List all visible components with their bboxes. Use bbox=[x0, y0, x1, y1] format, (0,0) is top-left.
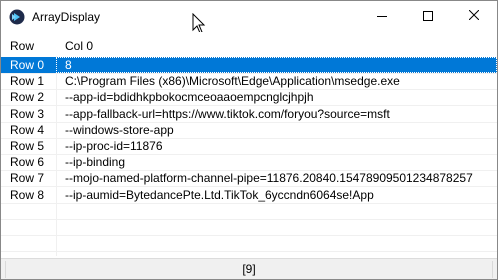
row-header-cell[interactable]: Row 1 bbox=[1, 73, 56, 89]
data-grid[interactable]: Row Col 0 Row 0 8 Row 1 C:\Program Files (x… bbox=[1, 32, 497, 256]
table-row[interactable]: Row 1 C:\Program Files (x86)\Microsoft\Ed… bbox=[1, 73, 497, 89]
row-header-cell[interactable]: Row 8 bbox=[1, 187, 56, 203]
value-cell[interactable]: --ip-binding bbox=[56, 154, 497, 170]
grid-header: Row Col 0 bbox=[1, 32, 497, 56]
value-cell[interactable]: --app-fallback-url=https://www.tiktok.co… bbox=[56, 106, 497, 122]
value-cell[interactable]: --mojo-named-platform-channel-pipe=11876… bbox=[56, 170, 497, 186]
row-divider bbox=[1, 219, 497, 220]
row-divider bbox=[1, 235, 497, 236]
table-row[interactable]: Row 8 --ip-aumid=BytedancePte.Ltd.TikTok_… bbox=[1, 187, 497, 203]
value-cell[interactable]: --windows-store-app bbox=[56, 122, 497, 138]
table-row[interactable]: Row 3 --app-fallback-url=https://www.tikt… bbox=[1, 106, 497, 122]
minimize-icon bbox=[377, 15, 387, 17]
row-header-cell[interactable]: Row 7 bbox=[1, 170, 56, 186]
minimize-button[interactable] bbox=[359, 1, 405, 31]
row-divider bbox=[1, 203, 497, 204]
value-cell[interactable]: --ip-aumid=BytedancePte.Ltd.TikTok_6yccn… bbox=[56, 187, 497, 203]
value-cell[interactable]: --app-id=bdidhkpbokocmceoaaoempcnglcjhpj… bbox=[56, 89, 497, 105]
row-header-cell[interactable]: Row 2 bbox=[1, 89, 56, 105]
row-header-cell[interactable]: Row 5 bbox=[1, 138, 56, 154]
maximize-icon bbox=[423, 11, 433, 21]
window-title: ArrayDisplay bbox=[32, 10, 101, 24]
row-header-cell[interactable]: Row 0 bbox=[1, 57, 56, 73]
row-header-cell[interactable]: Row 3 bbox=[1, 106, 56, 122]
row-header-cell[interactable]: Row 6 bbox=[1, 154, 56, 170]
arraydisplay-app-icon bbox=[9, 9, 25, 25]
table-row[interactable]: Row 5 --ip-proc-id=11876 bbox=[1, 138, 497, 154]
title-bar[interactable]: ArrayDisplay bbox=[1, 1, 497, 34]
table-row[interactable]: Row 08 bbox=[1, 57, 497, 73]
column-header-row[interactable]: Row bbox=[1, 38, 56, 54]
value-cell[interactable]: --ip-proc-id=11876 bbox=[56, 138, 497, 154]
value-cell[interactable]: C:\Program Files (x86)\Microsoft\Edge\Ap… bbox=[56, 73, 497, 89]
table-row[interactable]: Row 2 --app-id=bdidhkpbokocmceoaaoempcngl… bbox=[1, 89, 497, 105]
value-cell[interactable]: 8 bbox=[56, 57, 497, 73]
status-count: [9] bbox=[242, 262, 256, 276]
row-header-cell[interactable]: Row 4 bbox=[1, 122, 56, 138]
table-row[interactable]: Row 7 --mojo-named-platform-channel-pipe=… bbox=[1, 170, 497, 186]
close-button[interactable] bbox=[451, 1, 497, 31]
app-window: ArrayDisplay Row Col 0 Row 0 8 Row 1 C:\P bbox=[0, 0, 498, 280]
close-icon bbox=[468, 9, 480, 23]
table-row[interactable]: Row 4 --windows-store-app bbox=[1, 122, 497, 138]
table-row[interactable]: Row 6 --ip-binding bbox=[1, 154, 497, 170]
maximize-button[interactable] bbox=[405, 1, 451, 31]
status-bar: [9] bbox=[1, 258, 497, 279]
column-header-col-0[interactable]: Col 0 bbox=[56, 38, 497, 54]
row-divider bbox=[1, 251, 497, 252]
